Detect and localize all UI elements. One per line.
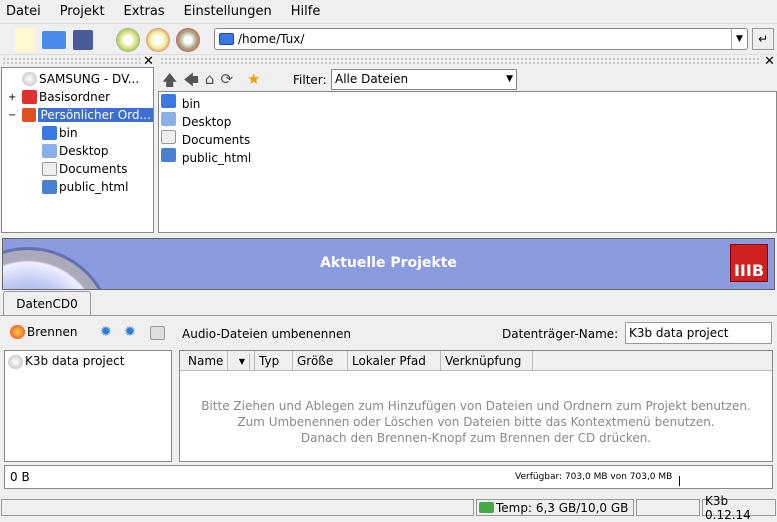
project-file-list: Name ▼ Typ Größe Lokaler Pfad Verknüpfun… [179,350,773,462]
banner-title: Aktuelle Projekte [320,255,457,271]
file-item-documents[interactable]: Documents [161,130,774,148]
web-folder-icon [161,148,176,162]
tree-item-home[interactable]: − Persönlicher Ord... [2,106,153,124]
file-item-desktop[interactable]: Desktop [161,112,774,130]
column-lokaler-pfad[interactable]: Lokaler Pfad [348,351,441,370]
folder-tree: SAMSUNG - DV... + Basisordner − Persönlich… [1,67,154,233]
go-button[interactable]: ↵ [752,28,774,50]
location-dropdown[interactable]: ▼ [731,29,747,49]
status-main [1,499,474,516]
save-icon[interactable] [73,30,93,50]
copy-cd-icon[interactable] [116,28,140,52]
column-headers: Name ▼ Typ Größe Lokaler Pfad Verknüpfun… [180,351,772,371]
folder-green-icon [479,502,494,513]
burn-image-icon[interactable] [146,28,170,52]
tree-item-desktop[interactable]: Desktop [2,142,153,160]
status-empty [636,499,700,516]
size-bar: 0 B Verfügbar: 703,0 MB von 703,0 MB [4,465,773,489]
menu-projekt[interactable]: Projekt [60,4,105,19]
file-item-public-html[interactable]: public_html [161,148,774,166]
tab-datencd0[interactable]: DatenCD0 [3,291,91,316]
new-project-icon[interactable] [15,28,35,52]
menu-einstellungen[interactable]: Einstellungen [184,4,272,19]
desktop-icon [42,144,57,158]
column-name[interactable]: Name ▼ [180,351,255,371]
file-item-bin[interactable]: bin [161,94,774,112]
document-icon [161,130,176,144]
expand-icon[interactable]: + [8,92,19,103]
image-icon[interactable] [150,326,165,340]
status-version: K3b 0.12.14 [702,494,776,522]
volume-name-label: Datenträger-Name: [502,327,619,341]
menubar: Datei Projekt Extras Einstellungen Hilfe [0,0,777,22]
location-field[interactable]: /home/Tux/ [214,28,748,50]
document-icon [42,162,57,176]
sort-down-icon: ▼ [235,354,250,369]
dvd-icon[interactable] [176,28,200,52]
dock-grip[interactable] [2,57,142,65]
folder-icon [161,94,176,108]
projects-banner: Aktuelle Projekte IIIB [2,238,775,290]
collapse-icon[interactable]: − [8,110,19,121]
cdrom-icon [8,354,23,369]
column-groesse[interactable]: Größe [293,351,348,370]
file-list: bin Desktop Documents public_html [158,91,777,233]
project-root[interactable]: K3b data project [8,354,168,369]
status-temp: Temp: 6,3 GB/10,0 GB [476,499,634,516]
menu-extras[interactable]: Extras [124,4,165,19]
home-icon [21,108,37,122]
column-verknuepfung[interactable]: Verknüpfung [441,351,533,370]
tree-item-basisordner[interactable]: + Basisordner [2,88,153,106]
settings-gear-icon[interactable]: ✹ [124,324,136,340]
rename-audio-button[interactable]: Audio-Dateien umbenennen [182,327,351,341]
chevron-down-icon: ▼ [506,74,513,84]
folder-red-icon [22,90,37,104]
folder-icon [219,33,234,45]
cdrom-icon [22,72,37,86]
burn-icon [10,325,25,339]
column-typ[interactable]: Typ [255,351,293,370]
empty-hint: Bitte Ziehen und Ablegen zum Hinzufügen … [201,399,751,445]
menu-hilfe[interactable]: Hilfe [291,4,321,19]
tree-item-public-html[interactable]: public_html [2,178,153,196]
folder-icon [42,126,57,140]
close-dock-icon[interactable]: ✕ [764,54,775,69]
burn-button[interactable]: Brennen [10,325,77,339]
tree-item-bin[interactable]: bin [2,124,153,142]
k3b-logo: IIIB [730,244,768,282]
properties-gear-icon[interactable]: ✹ [100,324,112,340]
volume-name-input[interactable]: K3b data project [625,322,772,344]
filter-label: Filter: [293,73,327,87]
dock-grip[interactable] [160,57,760,65]
capacity-marker [679,476,680,486]
tree-item-documents[interactable]: Documents [2,160,153,178]
project-tree: K3b data project [4,350,172,462]
filter-select[interactable]: Alle Dateien ▼ [331,69,517,90]
web-folder-icon [42,180,57,194]
tree-item-dvd[interactable]: SAMSUNG - DV... [2,70,153,88]
menu-datei[interactable]: Datei [6,4,41,19]
desktop-icon [161,112,176,126]
open-folder-icon[interactable] [42,31,66,49]
